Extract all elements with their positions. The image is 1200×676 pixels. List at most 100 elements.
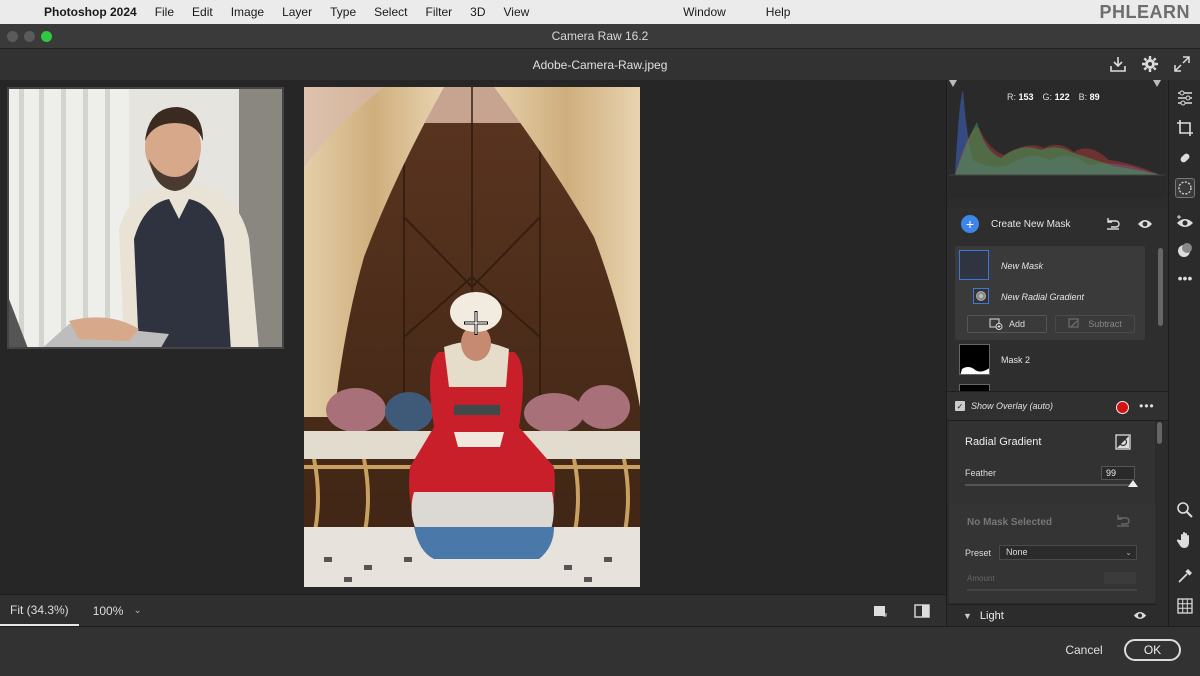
subtract-label: Subtract	[1088, 319, 1122, 329]
fullscreen-icon[interactable]	[1172, 54, 1192, 74]
single-view-icon[interactable]	[870, 601, 890, 621]
light-section-header[interactable]: ▼ Light	[947, 604, 1157, 626]
edit-panel: R: 153 G: 122 B: 89 + Create New Mask Ne…	[946, 80, 1169, 626]
reset-mask-icon[interactable]	[1103, 214, 1123, 234]
healing-bandage-icon[interactable]	[1175, 148, 1195, 168]
save-image-icon[interactable]	[1108, 54, 1128, 74]
r-value: 153	[1018, 92, 1034, 102]
mask-row-actions	[1103, 214, 1155, 234]
menu-edit[interactable]: Edit	[183, 5, 222, 19]
add-mask-icon	[989, 318, 1003, 330]
document-bar: Adobe-Camera-Raw.jpeg	[0, 49, 1200, 80]
brand-logo: PHLEARN	[1099, 1, 1190, 22]
minimize-window-button[interactable]	[24, 31, 35, 42]
invert-mask-icon[interactable]	[1115, 434, 1131, 450]
menu-app-name[interactable]: Photoshop 2024	[44, 5, 146, 19]
close-window-button[interactable]	[7, 31, 18, 42]
menu-select[interactable]: Select	[365, 5, 416, 19]
new-radial-gradient-label[interactable]: New Radial Gradient	[1001, 292, 1084, 302]
menu-view[interactable]: View	[495, 5, 539, 19]
show-overlay-row[interactable]: ✓ Show Overlay (auto) •••	[947, 391, 1169, 421]
subtract-mask-button[interactable]: Subtract	[1055, 315, 1135, 333]
window-controls	[7, 31, 52, 42]
menu-layer[interactable]: Layer	[273, 5, 321, 19]
preset-label: Preset	[965, 548, 992, 558]
zoom-window-button[interactable]	[41, 31, 52, 42]
menu-window[interactable]: Window	[674, 5, 735, 19]
zoom-100-button[interactable]: 100%	[79, 604, 134, 618]
visibility-eye-icon[interactable]	[1135, 214, 1155, 234]
menu-type[interactable]: Type	[321, 5, 365, 19]
chevron-down-icon[interactable]: ▼	[963, 611, 972, 621]
image-canvas[interactable]	[0, 80, 946, 594]
create-new-mask-row[interactable]: + Create New Mask	[947, 208, 1155, 240]
settings-gear-icon[interactable]	[1140, 54, 1160, 74]
reset-disabled-icon	[1115, 514, 1131, 533]
new-mask-label[interactable]: New Mask	[1001, 261, 1043, 271]
panel-scrollbar[interactable]	[1157, 422, 1162, 444]
mask-2-thumbnail[interactable]	[959, 344, 990, 375]
hand-pan-icon[interactable]	[1175, 530, 1195, 550]
masks-section: + Create New Mask New Mask New Radial Gr…	[947, 208, 1169, 391]
grid-overlay-icon[interactable]	[1175, 596, 1195, 616]
edited-photo[interactable]	[304, 87, 640, 587]
menu-3d[interactable]: 3D	[461, 5, 494, 19]
menu-help[interactable]: Help	[757, 5, 800, 19]
amount-input	[1104, 572, 1136, 584]
more-tools-icon[interactable]: •••	[1175, 268, 1195, 288]
r-readout: R: 153	[1007, 92, 1034, 102]
overlay-color-swatch[interactable]	[1116, 401, 1129, 414]
edit-sliders-icon[interactable]	[1175, 88, 1195, 108]
more-options-icon[interactable]: •••	[1139, 399, 1155, 413]
tool-strip: •••	[1168, 80, 1200, 626]
mask-2-label[interactable]: Mask 2	[1001, 355, 1030, 365]
masking-icon[interactable]	[1175, 178, 1195, 198]
rgb-readout: R: 153 G: 122 B: 89	[1007, 92, 1100, 102]
radial-gradient-section: Radial Gradient Feather 99	[949, 421, 1155, 503]
show-overlay-checkbox[interactable]: ✓	[955, 401, 965, 411]
window-title: Camera Raw 16.2	[551, 29, 649, 43]
preset-select[interactable]: None ⌄	[999, 545, 1137, 560]
g-readout: G: 122	[1043, 92, 1070, 102]
feather-slider[interactable]	[965, 480, 1139, 487]
masks-scrollbar[interactable]	[1158, 248, 1163, 326]
ok-button[interactable]: OK	[1124, 639, 1181, 661]
crop-icon[interactable]	[1175, 118, 1195, 138]
document-actions	[1108, 54, 1192, 74]
crosshair-cursor	[464, 311, 488, 335]
add-mask-button[interactable]: Add	[967, 315, 1047, 333]
preset-value: None	[1006, 547, 1028, 557]
zoom-dropdown-chevron-icon[interactable]: ⌄	[133, 605, 147, 616]
presenter-video-overlay	[7, 87, 284, 349]
menu-filter[interactable]: Filter	[416, 5, 461, 19]
presets-icon[interactable]	[1175, 240, 1195, 260]
new-mask-group[interactable]: New Mask New Radial Gradient Add Subtrac…	[955, 246, 1145, 340]
cancel-button[interactable]: Cancel	[1058, 639, 1110, 661]
before-after-view-icon[interactable]	[912, 601, 932, 621]
new-mask-thumbnail[interactable]	[959, 250, 989, 280]
menu-image[interactable]: Image	[222, 5, 273, 19]
subtract-mask-icon	[1068, 318, 1079, 328]
feather-value-input[interactable]: 99	[1101, 466, 1135, 480]
create-new-mask-label[interactable]: Create New Mask	[991, 219, 1070, 230]
chevron-down-icon: ⌄	[1125, 548, 1132, 557]
no-mask-title: No Mask Selected	[967, 517, 1053, 528]
color-sampler-icon[interactable]	[1175, 566, 1195, 586]
b-value: 89	[1089, 92, 1100, 102]
window-titlebar: Camera Raw 16.2	[0, 24, 1200, 49]
radial-gradient-icon[interactable]	[973, 288, 989, 304]
amount-slider	[967, 589, 1137, 591]
plus-icon[interactable]: +	[961, 215, 979, 233]
radial-gradient-title: Radial Gradient	[965, 436, 1042, 448]
menu-file[interactable]: File	[146, 5, 183, 19]
light-label: Light	[979, 609, 1004, 622]
document-filename: Adobe-Camera-Raw.jpeg	[532, 57, 668, 72]
zoom-magnifier-icon[interactable]	[1175, 500, 1195, 520]
red-eye-icon[interactable]	[1175, 212, 1195, 232]
histogram: R: 153 G: 122 B: 89	[949, 80, 1165, 198]
light-visibility-eye-icon[interactable]	[1133, 610, 1147, 624]
b-label: B:	[1078, 92, 1088, 102]
zoom-fit-button[interactable]: Fit (34.3%)	[0, 595, 79, 626]
feather-slider-thumb[interactable]	[1128, 480, 1139, 487]
next-mask-thumbnail[interactable]	[959, 384, 990, 391]
